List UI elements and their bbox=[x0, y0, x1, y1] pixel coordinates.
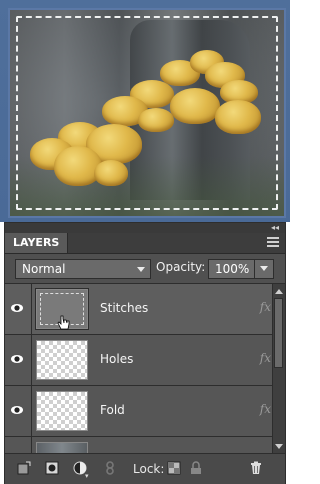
visibility-toggle[interactable] bbox=[5, 335, 32, 385]
double-chevron-icon[interactable]: ◂◂ bbox=[271, 223, 279, 233]
layer-controls: Normal Opacity: 100% bbox=[5, 254, 285, 284]
layer-mask-icon[interactable] bbox=[45, 461, 59, 475]
fx-icon[interactable]: fx bbox=[260, 300, 271, 314]
layer-name: Fold bbox=[100, 403, 125, 417]
stitch-border bbox=[16, 16, 278, 210]
layer-row-holes[interactable]: Holes fx bbox=[5, 335, 285, 386]
opacity-value: 100% bbox=[215, 262, 250, 276]
opacity-field[interactable]: 100% bbox=[208, 259, 274, 279]
panel-menu-icon[interactable] bbox=[267, 237, 279, 249]
fx-icon[interactable]: fx bbox=[260, 351, 271, 365]
eye-icon bbox=[11, 304, 23, 312]
fx-icon[interactable]: fx bbox=[260, 402, 271, 416]
panel-topbar: ◂◂ bbox=[5, 223, 285, 233]
visibility-toggle[interactable] bbox=[5, 437, 32, 454]
blend-mode-select[interactable]: Normal bbox=[15, 259, 151, 279]
panel-header: LAYERS bbox=[5, 233, 285, 254]
link-icon[interactable] bbox=[103, 461, 117, 475]
visibility-toggle[interactable] bbox=[5, 284, 32, 334]
layer-thumbnail bbox=[36, 391, 88, 431]
layers-scrollbar[interactable] bbox=[272, 284, 285, 454]
layers-list: Stitches fx Holes fx Fold fx bbox=[5, 283, 285, 454]
layers-panel: ◂◂ LAYERS Normal Opacity: 100% Stitches … bbox=[4, 222, 286, 484]
panel-footer: ▾ Lock: bbox=[5, 453, 285, 484]
visibility-toggle[interactable] bbox=[5, 386, 32, 436]
layer-name: Holes bbox=[100, 352, 134, 366]
lock-transparent-icon[interactable] bbox=[167, 461, 181, 475]
scroll-up-icon[interactable] bbox=[275, 289, 283, 294]
layer-row-fold[interactable]: Fold fx bbox=[5, 386, 285, 437]
opacity-label: Opacity: bbox=[156, 260, 206, 274]
eye-icon bbox=[11, 406, 23, 414]
lock-label: Lock: bbox=[133, 462, 165, 476]
dropdown-arrow-icon[interactable]: ▾ bbox=[85, 472, 89, 480]
blend-mode-value: Normal bbox=[22, 262, 66, 276]
hand-cursor-icon bbox=[57, 315, 70, 330]
panel-tab-layers[interactable]: LAYERS bbox=[5, 233, 69, 253]
photo-canvas bbox=[8, 8, 286, 218]
opacity-dropdown-button[interactable] bbox=[254, 260, 273, 278]
lock-icon[interactable] bbox=[189, 461, 203, 475]
layer-row-stitches[interactable]: Stitches fx bbox=[5, 284, 285, 335]
chevron-down-icon bbox=[137, 267, 145, 272]
trash-icon[interactable] bbox=[249, 461, 263, 475]
layer-thumbnail bbox=[36, 340, 88, 380]
scroll-down-icon[interactable] bbox=[275, 444, 283, 449]
new-layer-icon[interactable] bbox=[17, 461, 31, 475]
image-preview bbox=[0, 0, 290, 222]
layer-name: Stitches bbox=[100, 301, 149, 315]
layer-row-background[interactable] bbox=[5, 437, 285, 454]
chevron-down-icon bbox=[260, 266, 268, 271]
scroll-thumb[interactable] bbox=[274, 298, 283, 368]
eye-icon bbox=[11, 355, 23, 363]
